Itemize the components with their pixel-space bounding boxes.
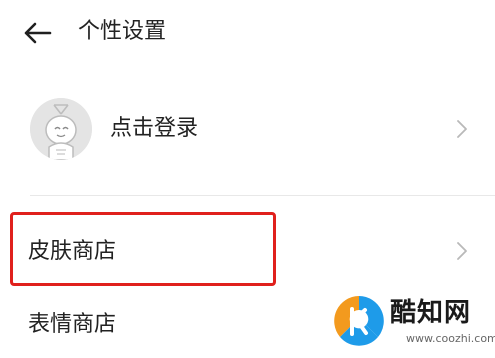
skin-store-item[interactable]: 皮肤商店 xyxy=(0,212,495,290)
chevron-right-icon xyxy=(457,242,467,260)
divider xyxy=(30,195,495,196)
page-title: 个性设置 xyxy=(78,19,167,44)
watermark-url: www.coozhi.com xyxy=(406,332,495,345)
back-button[interactable] xyxy=(22,18,54,48)
watermark-name: 酷知网 xyxy=(390,298,472,328)
login-label: 点击登录 xyxy=(110,116,199,141)
default-avatar-icon xyxy=(30,98,92,160)
skin-store-label: 皮肤商店 xyxy=(28,239,117,264)
emoji-store-label: 表情商店 xyxy=(28,312,117,337)
header: 个性设置 xyxy=(0,0,495,66)
coozhi-logo-icon xyxy=(333,295,385,347)
arrow-left-icon xyxy=(24,22,52,44)
login-row[interactable]: 点击登录 xyxy=(0,88,495,170)
chevron-right-icon xyxy=(457,120,467,138)
watermark: 酷知网 www.coozhi.com xyxy=(330,292,495,358)
